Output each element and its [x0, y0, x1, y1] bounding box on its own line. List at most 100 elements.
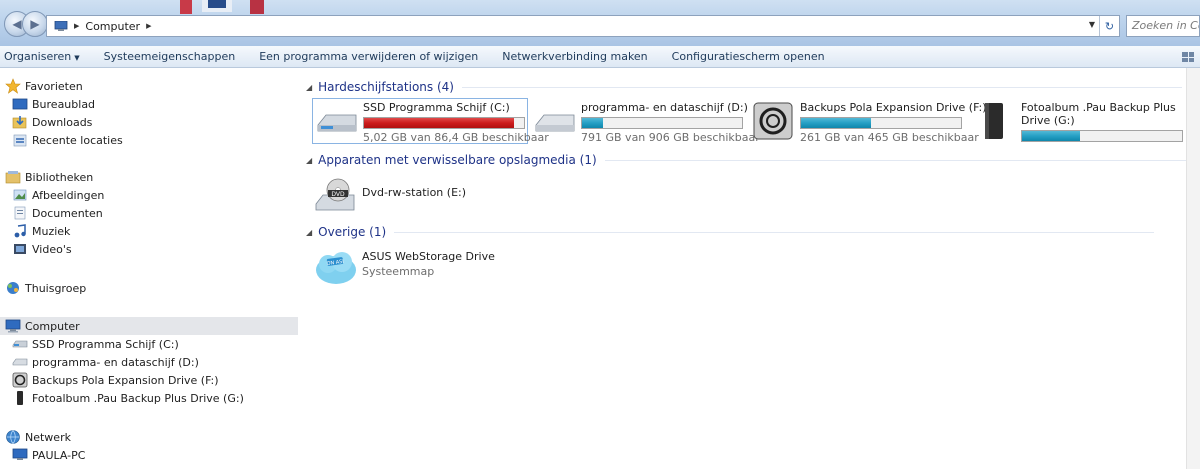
drive-name: programma- en dataschijf (D:): [581, 101, 748, 114]
nav-item-muziek[interactable]: Muziek: [0, 222, 298, 240]
nav-item-label: Video's: [32, 242, 72, 256]
homegroup-icon: [7, 282, 19, 294]
nav-favorites[interactable]: Favorieten: [0, 77, 298, 95]
nav-libraries-label: Bibliotheken: [25, 170, 94, 184]
dvd-drive-icon: DVD: [315, 178, 355, 211]
drive-usage-fill: [582, 118, 603, 128]
nav-item-recente-locaties[interactable]: Recente locaties: [0, 131, 298, 149]
nav-computer[interactable]: Computer: [0, 317, 298, 335]
item-name: Dvd-rw-station (E:): [362, 186, 467, 199]
nav-item-drive-c[interactable]: SSD Programma Schijf (C:): [0, 335, 298, 353]
breadcrumb-arrow-icon[interactable]: ▶: [74, 22, 79, 30]
nav-network[interactable]: Netwerk: [0, 428, 298, 446]
drive-usage-fill: [801, 118, 872, 128]
music-library-icon: [14, 224, 26, 238]
hard-drive-icon: [12, 340, 28, 348]
drive-usage-bar: [363, 117, 525, 129]
nav-item-label: Backups Pola Expansion Drive (F:): [32, 373, 219, 387]
documents-library-icon: [14, 206, 26, 220]
collapse-triangle-icon[interactable]: ◢: [306, 83, 312, 92]
asus-webstorage-icon: ON ASI: [316, 252, 356, 284]
nav-item-label: Recente locaties: [32, 133, 123, 147]
chevron-down-icon: ▼: [74, 54, 80, 62]
nav-item-paula-pc[interactable]: PAULA-PC: [0, 446, 298, 464]
uninstall-program-button[interactable]: Een programma verwijderen of wijzigen: [247, 50, 490, 63]
drive-name: Backups Pola Expansion Drive (F:): [800, 101, 987, 114]
drive-free-space: 261 GB van 465 GB beschikbaar: [800, 131, 979, 144]
item-name: ASUS WebStorage Drive: [362, 250, 495, 263]
refresh-icon[interactable]: ↻: [1099, 16, 1119, 36]
nav-item-videos[interactable]: Video's: [0, 240, 298, 258]
network-icon: [6, 430, 20, 444]
vertical-scrollbar[interactable]: [1186, 68, 1200, 469]
nav-item-label: PAULA-PC: [32, 448, 86, 462]
drive-name: Fotoalbum .Pau Backup Plus Drive (G:): [1021, 101, 1176, 127]
breadcrumb-computer[interactable]: Computer: [85, 20, 140, 33]
drive-usage-fill: [1022, 131, 1080, 141]
group-title: Apparaten met verwisselbare opslagmedia …: [318, 153, 597, 167]
nav-item-label: Downloads: [32, 115, 93, 129]
group-divider: [461, 86, 1182, 88]
nav-item-label: SSD Programma Schijf (C:): [32, 337, 179, 351]
group-divider: [394, 231, 1155, 233]
external-drive-icon: [17, 391, 23, 405]
forward-button[interactable]: ▶: [22, 11, 48, 37]
search-input[interactable]: Zoeken in Comp: [1126, 15, 1200, 37]
nav-item-drive-g[interactable]: Fotoalbum .Pau Backup Plus Drive (G:): [0, 389, 298, 407]
hard-drive-icon: [317, 114, 357, 132]
organize-menu[interactable]: Organiseren ▼: [0, 50, 92, 63]
open-control-panel-button[interactable]: Configuratiescherm openen: [660, 50, 837, 63]
item-type: Systeemmap: [362, 265, 435, 278]
collapse-triangle-icon[interactable]: ◢: [306, 156, 312, 165]
nav-homegroup[interactable]: Thuisgroep: [0, 279, 298, 297]
pictures-library-icon: [13, 189, 27, 201]
hard-drive-icon: [12, 358, 28, 366]
nav-libraries[interactable]: Bibliotheken: [0, 168, 298, 186]
drive-usage-bar: [581, 117, 743, 129]
change-view-icon[interactable]: [1182, 52, 1194, 62]
drive-f[interactable]: Backups Pola Expansion Drive (F:) 261 GB…: [749, 98, 987, 144]
drive-d[interactable]: programma- en dataschijf (D:) 791 GB van…: [530, 98, 760, 144]
breadcrumb-arrow-icon[interactable]: ▶: [146, 22, 151, 30]
group-title: Hardeschijfstations (4): [318, 80, 454, 94]
group-header-other[interactable]: ◢ Overige (1): [306, 223, 1155, 241]
seagate-drive-icon: [753, 102, 793, 140]
address-box[interactable]: ▶ Computer ▶ ▼ ↻: [46, 15, 1120, 37]
drive-free-space: 791 GB van 906 GB beschikbaar: [581, 131, 760, 144]
system-properties-button[interactable]: Systeemeigenschappen: [92, 50, 248, 63]
videos-library-icon: [14, 244, 26, 254]
drive-usage-bar: [1021, 130, 1183, 142]
command-bar: Organiseren ▼ Systeemeigenschappen Een pr…: [0, 46, 1200, 68]
drive-usage-fill: [364, 118, 515, 128]
group-title: Overige (1): [318, 225, 387, 239]
nav-item-label: Documenten: [32, 206, 103, 220]
nav-item-downloads[interactable]: Downloads: [0, 113, 298, 131]
seagate-drive-icon: [12, 372, 28, 388]
nav-item-drive-f[interactable]: Backups Pola Expansion Drive (F:): [0, 371, 298, 389]
drive-c[interactable]: SSD Programma Schijf (C:) 5,02 GB van 86…: [312, 98, 549, 144]
svg-text:DVD: DVD: [331, 191, 345, 198]
nav-homegroup-label: Thuisgroep: [25, 281, 87, 295]
group-header-removable[interactable]: ◢ Apparaten met verwisselbare opslagmedi…: [306, 151, 1200, 169]
recent-places-icon: [13, 134, 27, 147]
drive-free-space: 5,02 GB van 86,4 GB beschikbaar: [363, 131, 549, 144]
dvd-drive-e[interactable]: DVD Dvd-rw-station (E:): [314, 176, 466, 216]
asus-webstorage-drive[interactable]: ON ASI ASUS WebStorage Drive Systeemmap: [314, 248, 495, 288]
nav-item-afbeeldingen[interactable]: Afbeeldingen: [0, 186, 298, 204]
nav-item-documenten[interactable]: Documenten: [0, 204, 298, 222]
libraries-icon: [5, 171, 21, 184]
desktop-icon: [12, 98, 28, 110]
navigation-pane: Favorieten Bureaublad Downloads Recente …: [0, 68, 300, 469]
title-bar-decoration: [180, 0, 264, 14]
address-dropdown-icon[interactable]: ▼: [1089, 20, 1095, 29]
map-network-drive-button[interactable]: Netwerkverbinding maken: [490, 50, 659, 63]
drive-g[interactable]: Fotoalbum .Pau Backup Plus Drive (G:): [970, 98, 1184, 144]
address-bar-region: ◀ ▶ ▶ Computer ▶ ▼ ↻ Zoeken in Comp: [0, 0, 1200, 46]
nav-item-drive-d[interactable]: programma- en dataschijf (D:): [0, 353, 298, 371]
collapse-triangle-icon[interactable]: ◢: [306, 228, 312, 237]
nav-item-bureaublad[interactable]: Bureaublad: [0, 95, 298, 113]
group-header-hard-drives[interactable]: ◢ Hardeschijfstations (4): [306, 78, 1182, 96]
nav-favorites-label: Favorieten: [25, 79, 83, 93]
drive-usage-bar: [800, 117, 962, 129]
nav-item-label: programma- en dataschijf (D:): [32, 355, 199, 369]
